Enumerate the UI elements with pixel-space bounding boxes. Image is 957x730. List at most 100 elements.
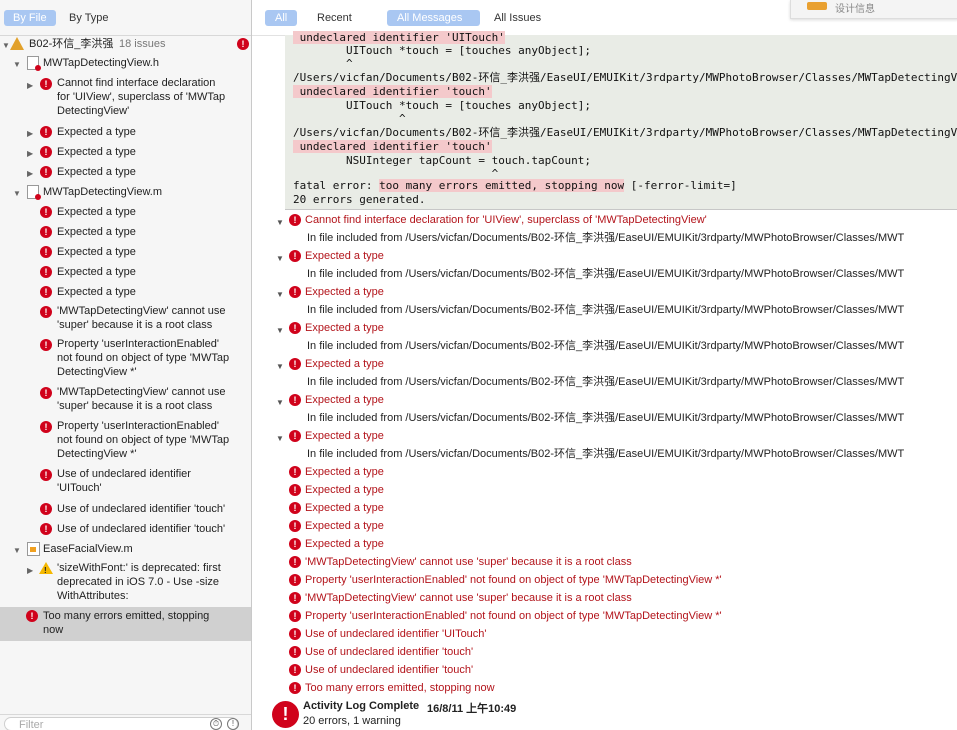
console-line: 20 errors generated.	[293, 193, 426, 206]
error-icon: !	[289, 394, 301, 406]
issue-text: now	[43, 624, 64, 636]
large-error-icon: !	[272, 701, 299, 728]
issue-text: Property 'userInteractionEnabled'	[57, 420, 219, 432]
issue-text: WithAttributes:	[57, 590, 129, 602]
issue-text: DetectingView *'	[57, 448, 137, 460]
warning-icon: !	[39, 562, 53, 575]
implementation-file-icon	[27, 185, 41, 200]
tree-issue-row[interactable]: ▶ ! 'sizeWithFont:' is deprecated: first…	[0, 561, 251, 605]
tab-all-issues[interactable]: All Issues	[484, 10, 551, 26]
included-from-line: In file included from /Users/vicfan/Docu…	[307, 340, 905, 352]
disclosure-open-icon[interactable]: ▼	[276, 324, 284, 338]
disclosure-closed-icon[interactable]: ▶	[27, 167, 33, 181]
included-from-line: In file included from /Users/vicfan/Docu…	[307, 412, 905, 424]
error-icon: !	[289, 358, 301, 370]
tree-issue-row[interactable]: ! Expected a type	[0, 204, 251, 220]
filter-input[interactable]: Filter	[4, 717, 238, 730]
message-text: Too many errors emitted, stopping now	[305, 682, 495, 694]
notification-banner[interactable]: 设计信息	[790, 0, 957, 19]
disclosure-open-icon[interactable]: ▼	[2, 39, 10, 53]
issue-text: 'super' because it is a root class	[57, 400, 213, 412]
issue-text: 'UITouch'	[57, 482, 102, 494]
disclosure-closed-icon[interactable]: ▶	[27, 564, 33, 578]
error-icon: !	[40, 339, 52, 351]
recent-filter-icon[interactable]: ⏱	[210, 718, 222, 730]
tree-issue-row[interactable]: ! 'MWTapDetectingView' cannot use 'super…	[0, 385, 251, 415]
header-file-icon	[27, 56, 41, 71]
issue-text: Cannot find interface declaration	[57, 77, 216, 89]
disclosure-open-icon[interactable]: ▼	[13, 544, 21, 558]
tree-issue-row[interactable]: ▶ ! Expected a type	[0, 124, 251, 140]
tree-issue-row[interactable]: ! Use of undeclared identifier 'touch'	[0, 501, 251, 517]
error-icon: !	[289, 502, 301, 514]
disclosure-open-icon[interactable]: ▼	[276, 432, 284, 446]
error-icon: !	[40, 126, 52, 138]
tree-issue-row[interactable]: ! 'MWTapDetectingView' cannot use 'super…	[0, 304, 251, 334]
included-from-line: In file included from /Users/vicfan/Docu…	[307, 376, 905, 388]
disclosure-open-icon[interactable]: ▼	[276, 396, 284, 410]
issue-text: Use of undeclared identifier	[57, 468, 191, 480]
tree-issue-row[interactable]: ! Property 'userInteractionEnabled' not …	[0, 419, 251, 463]
file-name: MWTapDetectingView.h	[43, 57, 159, 69]
message-text: 'MWTapDetectingView' cannot use 'super' …	[305, 592, 632, 604]
notification-app-icon	[807, 2, 827, 10]
tree-file-row[interactable]: ▼ MWTapDetectingView.h	[0, 55, 251, 71]
disclosure-closed-icon[interactable]: ▶	[27, 147, 33, 161]
tree-issue-row[interactable]: ▶ ! Cannot find interface declaration fo…	[0, 76, 251, 120]
tab-by-type[interactable]: By Type	[60, 10, 118, 26]
issue-navigator: By File By Type ▼ B02-环信_李洪强 18 issues !…	[0, 0, 252, 730]
tree-issue-row[interactable]: ! Expected a type	[0, 224, 251, 240]
console-line: /Users/vicfan/Documents/B02-环信_李洪强/EaseU…	[293, 126, 957, 139]
console-line: undeclared identifier 'touch'	[293, 140, 492, 153]
tree-issue-row[interactable]: ! Expected a type	[0, 284, 251, 300]
disclosure-open-icon[interactable]: ▼	[276, 252, 284, 266]
tree-issue-row[interactable]: ! Expected a type	[0, 264, 251, 280]
tab-all[interactable]: All	[265, 10, 298, 26]
message-text: Expected a type	[305, 358, 384, 370]
tree-issue-row[interactable]: ! Property 'userInteractionEnabled' not …	[0, 337, 251, 381]
tree-selected-row[interactable]: ! Too many errors emitted, stopping now	[0, 607, 251, 641]
issue-text: Expected a type	[57, 146, 136, 158]
error-icon: !	[289, 466, 301, 478]
tab-recent[interactable]: Recent	[307, 10, 362, 26]
console-line: undeclared identifier 'touch'	[293, 85, 492, 98]
tab-all-messages[interactable]: All Messages	[387, 10, 480, 26]
tree-file-row[interactable]: ▼ MWTapDetectingView.m	[0, 184, 251, 200]
error-icon: !	[289, 520, 301, 532]
issue-text: Expected a type	[57, 266, 136, 278]
console-fatal-line: fatal error: too many errors emitted, st…	[293, 179, 737, 193]
disclosure-closed-icon[interactable]: ▶	[27, 127, 33, 141]
errors-only-filter-icon[interactable]: !	[227, 718, 239, 730]
file-name: EaseFacialView.m	[43, 543, 133, 555]
issue-text: not found on object of type 'MWTap	[57, 352, 230, 364]
issue-text: DetectingView'	[57, 105, 130, 117]
message-text: Property 'userInteractionEnabled' not fo…	[305, 610, 722, 622]
tree-file-row[interactable]: ▼ EaseFacialView.m	[0, 541, 251, 557]
tree-project-row[interactable]: ▼ B02-环信_李洪强 18 issues !	[0, 36, 251, 52]
tree-issue-row[interactable]: ! Use of undeclared identifier 'touch'	[0, 521, 251, 537]
disclosure-closed-icon[interactable]: ▶	[27, 79, 33, 93]
message-text: Expected a type	[305, 538, 384, 550]
message-text: Expected a type	[305, 502, 384, 514]
disclosure-open-icon[interactable]: ▼	[276, 288, 284, 302]
error-icon: !	[289, 250, 301, 262]
tree-issue-row[interactable]: ▶ ! Expected a type	[0, 164, 251, 180]
disclosure-open-icon[interactable]: ▼	[276, 360, 284, 374]
included-from-line: In file included from /Users/vicfan/Docu…	[307, 448, 905, 460]
tree-issue-row[interactable]: ▶ ! Expected a type	[0, 144, 251, 160]
project-name: B02-环信_李洪强	[29, 38, 114, 50]
error-icon: !	[289, 682, 301, 694]
error-icon: !	[289, 646, 301, 658]
message-text: Use of undeclared identifier 'touch'	[305, 646, 474, 658]
tree-issue-row[interactable]: ! Expected a type	[0, 244, 251, 260]
disclosure-open-icon[interactable]: ▼	[276, 216, 284, 230]
error-icon: !	[40, 503, 52, 515]
tree-issue-row[interactable]: ! Use of undeclared identifier 'UITouch'	[0, 467, 251, 497]
disclosure-open-icon[interactable]: ▼	[13, 187, 21, 201]
included-from-line: In file included from /Users/vicfan/Docu…	[307, 232, 905, 244]
disclosure-open-icon[interactable]: ▼	[13, 58, 21, 72]
tab-by-file[interactable]: By File	[4, 10, 56, 26]
console-text: too many errors emitted, stopping now	[379, 179, 625, 192]
message-text: Expected a type	[305, 286, 384, 298]
error-icon: !	[40, 387, 52, 399]
